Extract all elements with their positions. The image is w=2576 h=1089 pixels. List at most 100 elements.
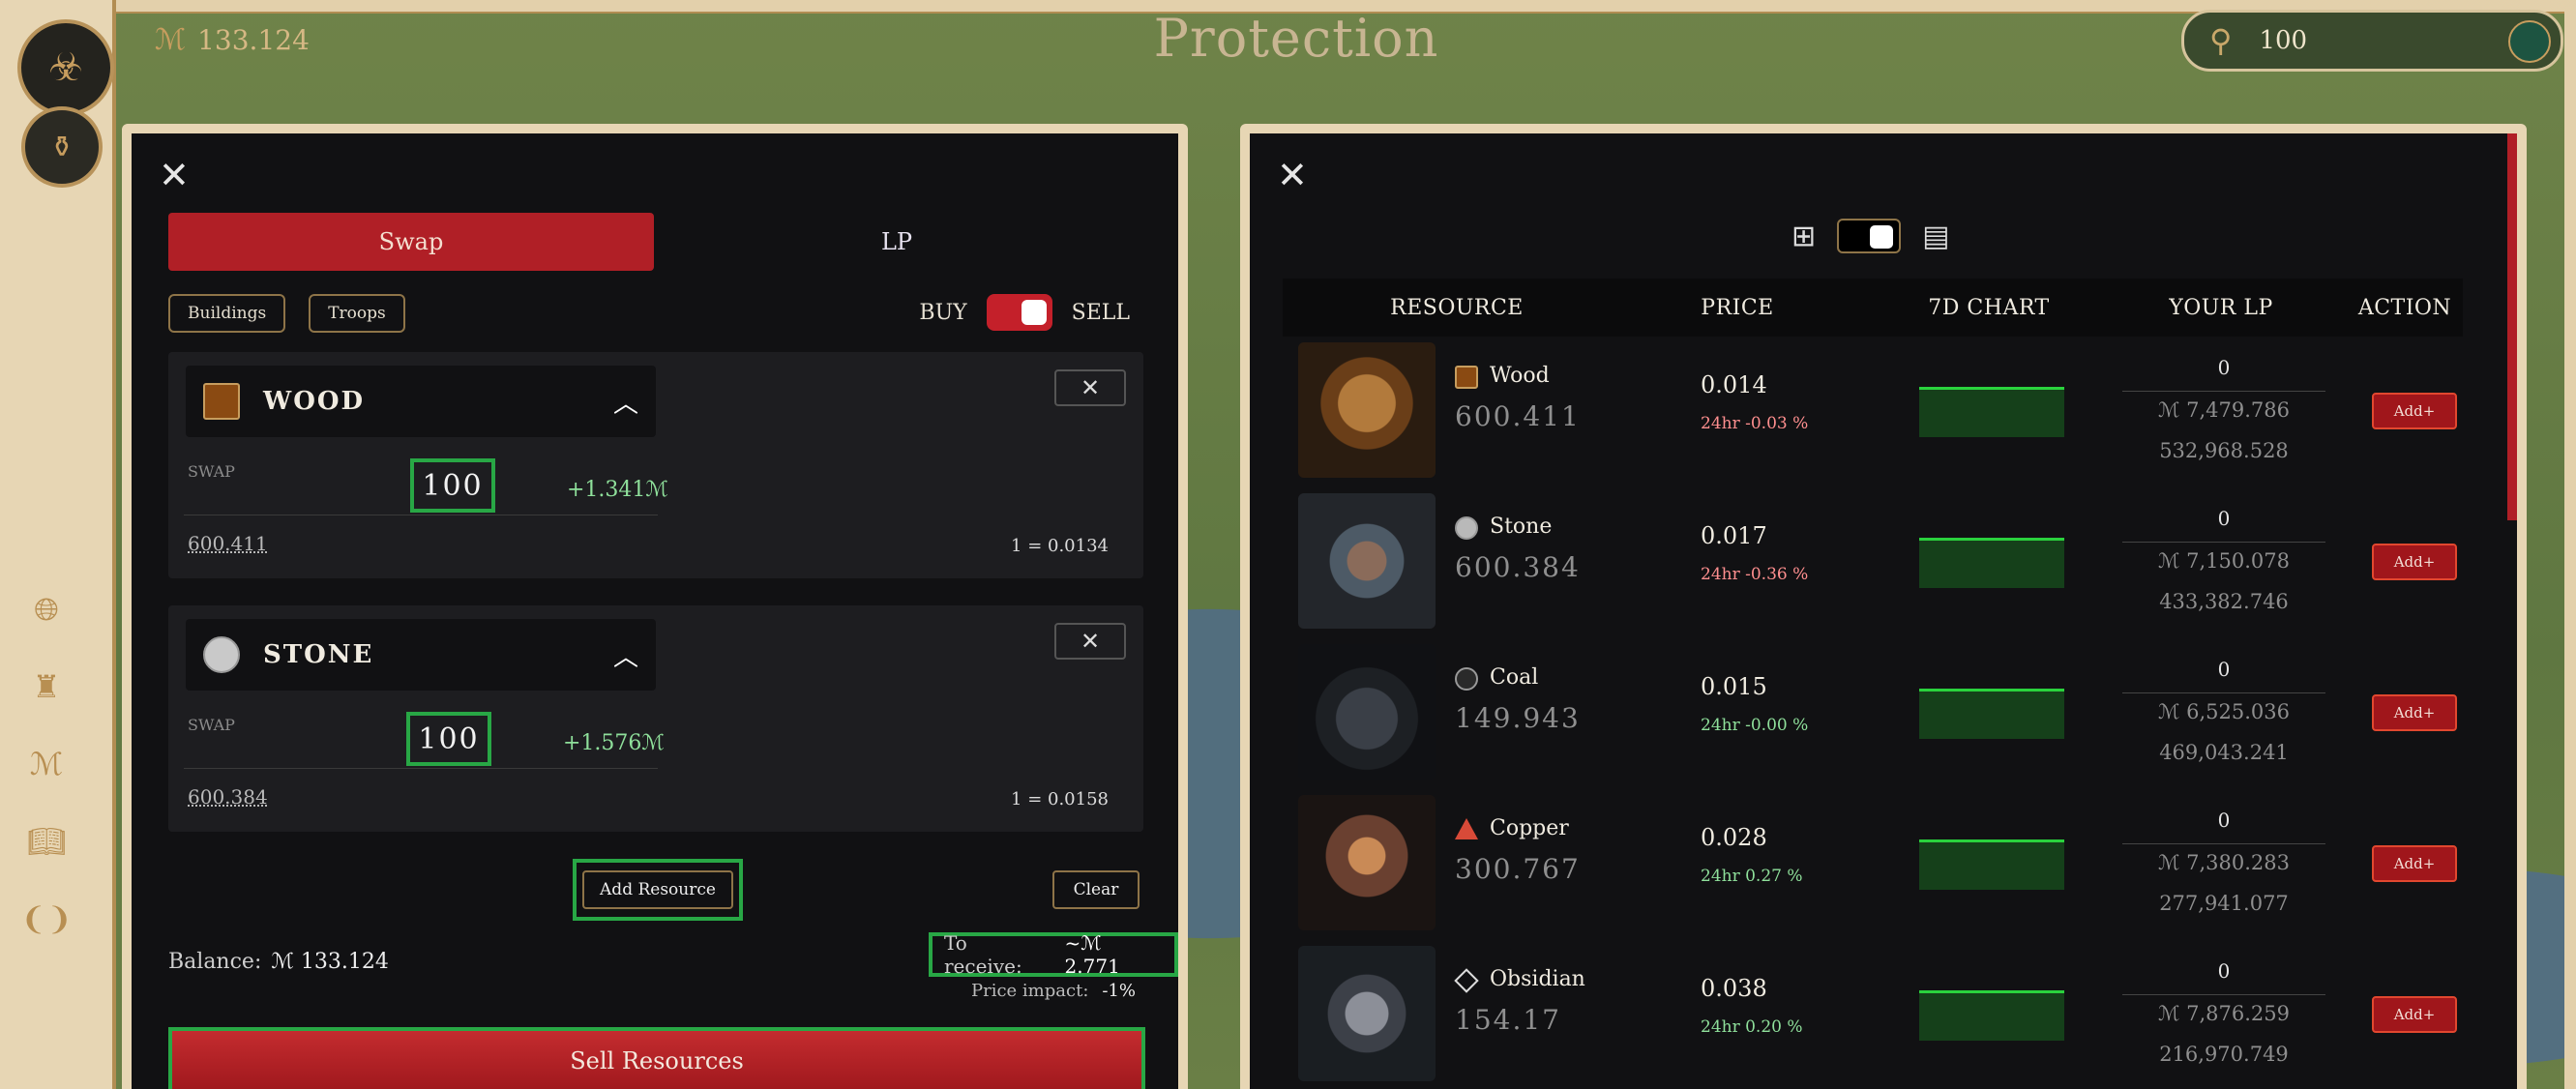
close-icon[interactable]: ✕ bbox=[1277, 157, 1308, 193]
sparkline-chart bbox=[1919, 538, 2064, 588]
sparkline-chart bbox=[1919, 990, 2064, 1041]
sparkline-chart bbox=[1919, 387, 2064, 437]
search-input[interactable]: ⚲ 100 bbox=[2181, 10, 2563, 72]
coal-icon bbox=[1455, 667, 1478, 691]
resource-thumbnail bbox=[1298, 493, 1436, 629]
col-price: PRICE bbox=[1701, 295, 1774, 320]
resource-balance[interactable]: 600.384 bbox=[188, 785, 268, 809]
resource-balance[interactable]: 600.411 bbox=[188, 532, 268, 555]
frame-right bbox=[2564, 0, 2576, 1089]
resource-amount: 149.943 bbox=[1455, 702, 1581, 734]
realm-emblem-icon[interactable]: ☣ bbox=[17, 19, 114, 116]
divider bbox=[2122, 542, 2325, 543]
col-your-lp: YOUR LP bbox=[2169, 295, 2273, 320]
scroll-emblem-icon[interactable]: ⚱ bbox=[21, 106, 103, 188]
lp-resource-value: 433,382.746 bbox=[2159, 590, 2289, 613]
resource-amount: 300.767 bbox=[1455, 853, 1581, 885]
to-receive: To receive: ~ℳ 2.771 bbox=[929, 931, 1178, 978]
lords-nav-icon[interactable]: ℳ bbox=[29, 745, 64, 783]
add-liquidity-button[interactable]: Add+ bbox=[2372, 694, 2457, 731]
lp-amount: 0 bbox=[2217, 658, 2231, 681]
remove-resource-button[interactable]: ✕ bbox=[1054, 369, 1126, 406]
swap-label: SWAP bbox=[188, 462, 235, 481]
table-row[interactable]: Coal 149.943 0.015 24hr -0.00 % 0 ℳ 6,52… bbox=[1283, 638, 2463, 783]
filter-buildings[interactable]: Buildings bbox=[168, 294, 286, 333]
add-resource-button[interactable]: Add Resource bbox=[582, 870, 733, 909]
grid-view-icon[interactable]: ⊞ bbox=[1791, 220, 1816, 253]
table-row[interactable]: Stone 600.384 0.017 24hr -0.36 % 0 ℳ 7,1… bbox=[1283, 487, 2463, 633]
add-liquidity-button[interactable]: Add+ bbox=[2372, 544, 2457, 580]
table-row[interactable]: Wood 600.411 0.014 24hr -0.03 % 0 ℳ 7,47… bbox=[1283, 337, 2463, 482]
filter-chips: Buildings Troops bbox=[168, 294, 405, 333]
resource-price: 0.038 bbox=[1701, 975, 1767, 1002]
wood-icon bbox=[203, 383, 240, 420]
resource-name: Coal bbox=[1490, 665, 1539, 690]
lp-amount: 0 bbox=[2217, 959, 2231, 983]
exchange-rate: 1 = 0.0158 bbox=[1011, 789, 1109, 809]
copper-icon bbox=[1455, 818, 1478, 839]
resource-name: STONE bbox=[263, 640, 374, 669]
stone-icon bbox=[1455, 516, 1478, 540]
price-change: 24hr -0.00 % bbox=[1701, 716, 1809, 735]
price-change: 24hr -0.36 % bbox=[1701, 565, 1809, 584]
resource-select-wood[interactable]: WOOD ︿ bbox=[186, 366, 656, 437]
resource-amount: 154.17 bbox=[1455, 1004, 1561, 1036]
resource-name: Stone bbox=[1490, 515, 1553, 539]
chevron-up-icon[interactable]: ︿ bbox=[613, 384, 638, 420]
filter-troops[interactable]: Troops bbox=[309, 294, 405, 333]
search-icon: ⚲ bbox=[2209, 22, 2233, 59]
resource-name: Obsidian bbox=[1490, 967, 1585, 991]
laurel-icon[interactable]: ❨❩ bbox=[20, 899, 73, 938]
resource-select-stone[interactable]: STONE ︿ bbox=[186, 619, 656, 691]
amount-input[interactable]: 100 bbox=[410, 458, 495, 513]
table-row[interactable]: Copper 300.767 0.028 24hr 0.27 % 0 ℳ 7,3… bbox=[1283, 789, 2463, 934]
divider bbox=[2122, 843, 2325, 844]
lp-resource-value: 216,970.749 bbox=[2159, 1043, 2289, 1066]
book-icon[interactable]: 📖︎ bbox=[27, 822, 67, 861]
col-7d-chart: 7D CHART bbox=[1928, 295, 2050, 320]
resource-price: 0.017 bbox=[1701, 522, 1767, 549]
avatar[interactable] bbox=[2508, 20, 2551, 63]
add-liquidity-button[interactable]: Add+ bbox=[2372, 996, 2457, 1033]
amount-input[interactable]: 100 bbox=[406, 712, 491, 766]
buy-sell-toggle[interactable] bbox=[986, 294, 1052, 331]
remove-resource-button[interactable]: ✕ bbox=[1054, 623, 1126, 660]
clear-button[interactable]: Clear bbox=[1052, 870, 1140, 909]
sell-resources-button[interactable]: Sell Resources bbox=[168, 1027, 1145, 1089]
castle-icon[interactable]: ♜ bbox=[29, 667, 64, 706]
price-change: 24hr 0.27 % bbox=[1701, 867, 1803, 886]
swap-label: SWAP bbox=[188, 716, 235, 734]
table-view-icon[interactable]: ▤ bbox=[1922, 220, 1949, 253]
lp-resource-value: 277,941.077 bbox=[2159, 892, 2289, 915]
resource-thumbnail bbox=[1298, 644, 1436, 780]
search-value: 100 bbox=[2259, 26, 2308, 55]
scrollbar[interactable] bbox=[2507, 133, 2517, 520]
lp-lords-value: ℳ 7,150.078 bbox=[2157, 549, 2290, 573]
side-nav: 🌐︎ ♜ ℳ 📖︎ ❨❩ bbox=[20, 590, 73, 938]
buy-sell-toggle-group: BUY SELL bbox=[919, 294, 1130, 331]
view-toggle[interactable] bbox=[1837, 219, 1902, 253]
lp-amount: 0 bbox=[2217, 507, 2231, 530]
top-balance: ℳ 133.124 bbox=[116, 15, 426, 64]
sparkline-chart bbox=[1919, 689, 2064, 739]
globe-icon[interactable]: 🌐︎ bbox=[29, 590, 64, 629]
resource-thumbnail bbox=[1298, 342, 1436, 478]
close-icon[interactable]: ✕ bbox=[159, 157, 190, 193]
table-row[interactable]: Obsidian 154.17 0.038 24hr 0.20 % 0 ℳ 7,… bbox=[1283, 940, 2463, 1085]
tab-swap[interactable]: Swap bbox=[168, 213, 654, 271]
resource-amount: 600.411 bbox=[1455, 400, 1581, 432]
add-liquidity-button[interactable]: Add+ bbox=[2372, 845, 2457, 882]
chevron-up-icon[interactable]: ︿ bbox=[613, 637, 638, 673]
resource-name: WOOD bbox=[263, 387, 366, 416]
resource-price: 0.015 bbox=[1701, 673, 1767, 700]
tab-lp[interactable]: LP bbox=[654, 213, 1140, 271]
view-switcher: ⊞ ▤ bbox=[1791, 219, 1950, 253]
stone-icon bbox=[203, 636, 240, 673]
price-impact-label: Price impact: bbox=[971, 981, 1089, 1001]
lp-resource-value: 532,968.528 bbox=[2159, 439, 2289, 462]
swap-panel: ✕ Swap LP Buildings Troops BUY SELL WOOD… bbox=[122, 124, 1188, 1089]
col-resource: RESOURCE bbox=[1390, 295, 1524, 320]
to-receive-value: ~ℳ 2.771 bbox=[1064, 931, 1120, 978]
add-liquidity-button[interactable]: Add+ bbox=[2372, 393, 2457, 429]
obsidian-icon bbox=[1454, 968, 1479, 993]
